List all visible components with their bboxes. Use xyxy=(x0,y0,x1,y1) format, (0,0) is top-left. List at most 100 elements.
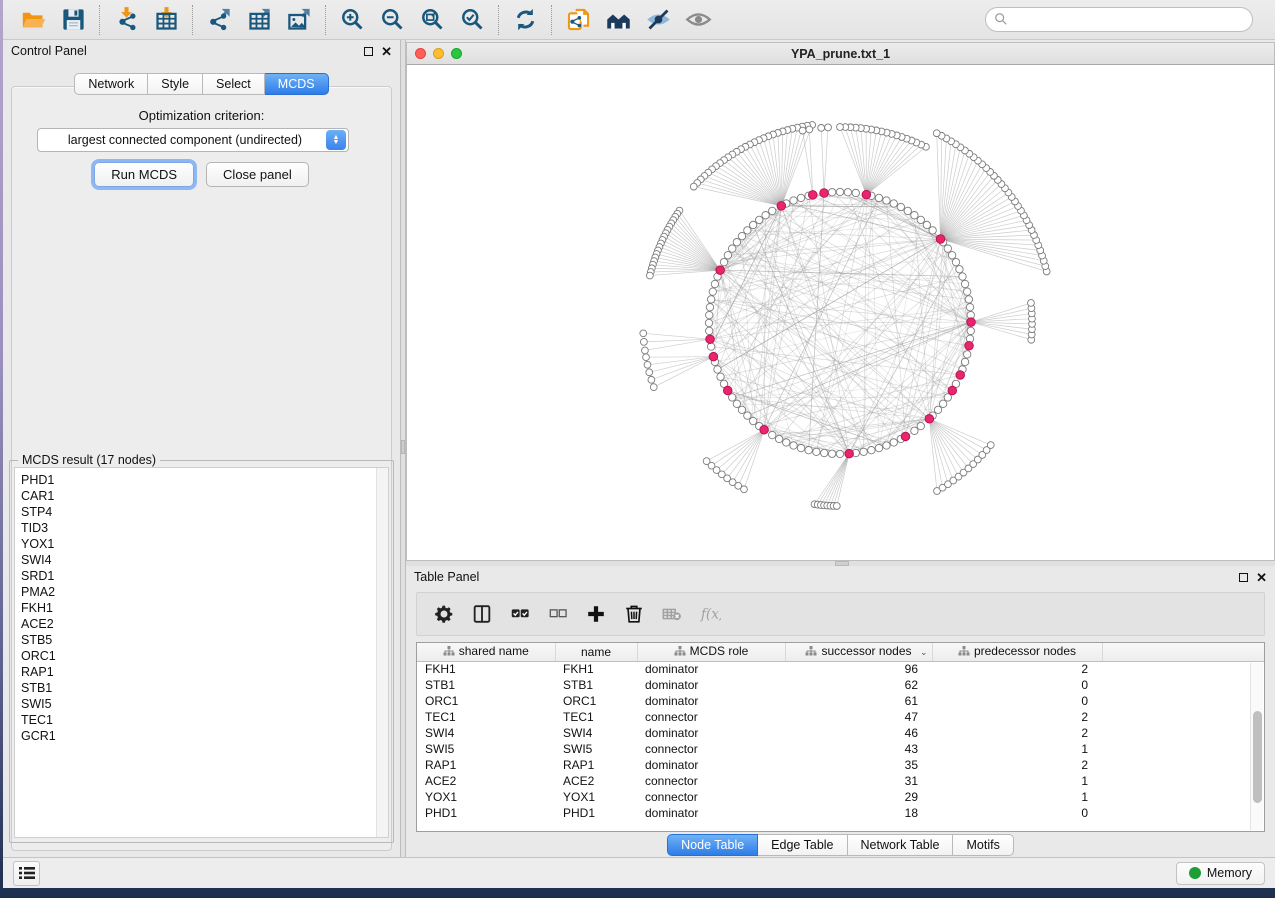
column-header-name[interactable]: name xyxy=(555,643,637,661)
network-node[interactable] xyxy=(1028,300,1035,307)
network-dominator-node[interactable] xyxy=(709,352,718,361)
table-row[interactable]: YOX1YOX1connector291 xyxy=(417,789,1264,805)
network-node[interactable] xyxy=(837,124,844,131)
network-node[interactable] xyxy=(917,422,924,429)
criterion-dropdown[interactable]: largest connected component (undirected)… xyxy=(37,128,349,152)
mcds-result-item[interactable]: GCR1 xyxy=(21,728,388,744)
network-node[interactable] xyxy=(744,227,751,234)
network-node[interactable] xyxy=(967,327,974,334)
hide-selected-icon[interactable] xyxy=(638,3,678,37)
unselect-all-columns-icon[interactable] xyxy=(541,597,575,631)
network-node[interactable] xyxy=(821,449,828,456)
network-node[interactable] xyxy=(825,124,832,131)
network-node[interactable] xyxy=(805,446,812,453)
table-row[interactable]: RAP1RAP1dominator352 xyxy=(417,757,1264,773)
mcds-result-item[interactable]: YOX1 xyxy=(21,536,388,552)
tab-select[interactable]: Select xyxy=(203,73,265,95)
network-node[interactable] xyxy=(720,258,727,265)
network-node[interactable] xyxy=(738,406,745,413)
table-scrollbar[interactable] xyxy=(1250,663,1263,830)
network-node[interactable] xyxy=(724,252,731,259)
network-node[interactable] xyxy=(650,384,657,391)
mcds-result-item[interactable]: STB1 xyxy=(21,680,388,696)
network-node[interactable] xyxy=(643,354,650,361)
network-node[interactable] xyxy=(952,258,959,265)
mcds-result-item[interactable]: SWI4 xyxy=(21,552,388,568)
network-node[interactable] xyxy=(965,296,972,303)
window-maximize-icon[interactable] xyxy=(451,48,462,59)
network-node[interactable] xyxy=(790,197,797,204)
network-node[interactable] xyxy=(756,216,763,223)
search-input[interactable] xyxy=(985,7,1253,32)
network-node[interactable] xyxy=(939,400,946,407)
add-column-icon[interactable] xyxy=(579,597,613,631)
network-node[interactable] xyxy=(762,211,769,218)
table-row[interactable]: ORC1ORC1dominator610 xyxy=(417,693,1264,709)
network-node[interactable] xyxy=(706,304,713,311)
table-settings-icon[interactable] xyxy=(427,597,461,631)
mcds-result-item[interactable]: TID3 xyxy=(21,520,388,536)
network-node[interactable] xyxy=(961,280,968,287)
network-node[interactable] xyxy=(646,272,653,279)
network-node[interactable] xyxy=(956,266,963,273)
network-node[interactable] xyxy=(728,245,735,252)
network-dominator-node[interactable] xyxy=(760,425,769,434)
network-node[interactable] xyxy=(775,435,782,442)
network-node[interactable] xyxy=(799,127,806,134)
network-node[interactable] xyxy=(741,486,748,493)
network-node[interactable] xyxy=(923,221,930,228)
network-node[interactable] xyxy=(806,126,813,133)
refresh-view-icon[interactable] xyxy=(505,3,545,37)
tab-node-table[interactable]: Node Table xyxy=(667,834,758,856)
tab-mcds[interactable]: MCDS xyxy=(265,73,329,95)
close-panel-icon[interactable]: ✕ xyxy=(1256,571,1267,584)
network-dominator-node[interactable] xyxy=(862,190,871,199)
memory-button[interactable]: Memory xyxy=(1176,862,1265,885)
table-row[interactable]: SWI4SWI4dominator462 xyxy=(417,725,1264,741)
network-dominator-node[interactable] xyxy=(723,386,732,395)
network-node[interactable] xyxy=(644,361,651,368)
delete-column-icon[interactable] xyxy=(617,597,651,631)
network-dominator-node[interactable] xyxy=(706,335,715,344)
network-node[interactable] xyxy=(749,221,756,228)
mcds-result-item[interactable]: STB5 xyxy=(21,632,388,648)
network-node[interactable] xyxy=(875,194,882,201)
network-dominator-node[interactable] xyxy=(956,371,965,380)
table-row[interactable]: ACE2ACE2connector311 xyxy=(417,773,1264,789)
import-network-icon[interactable] xyxy=(106,3,146,37)
export-table-icon[interactable] xyxy=(239,3,279,37)
table-row[interactable]: TEC1TEC1connector472 xyxy=(417,709,1264,725)
mcds-result-item[interactable]: SWI5 xyxy=(21,696,388,712)
mcds-result-item[interactable]: RAP1 xyxy=(21,664,388,680)
network-node[interactable] xyxy=(911,427,918,434)
network-node[interactable] xyxy=(860,448,867,455)
network-node[interactable] xyxy=(744,412,751,419)
network-dominator-node[interactable] xyxy=(936,235,945,244)
network-node[interactable] xyxy=(717,373,724,380)
mcds-list-scrollbar[interactable] xyxy=(376,468,388,837)
network-node[interactable] xyxy=(640,330,647,337)
network-node[interactable] xyxy=(711,280,718,287)
show-columns-icon[interactable] xyxy=(465,597,499,631)
show-panels-menu-button[interactable] xyxy=(13,861,40,886)
zoom-selected-icon[interactable] xyxy=(452,3,492,37)
network-dominator-node[interactable] xyxy=(901,432,910,441)
network-node[interactable] xyxy=(966,304,973,311)
network-node[interactable] xyxy=(911,211,918,218)
table-row[interactable]: PHD1PHD1dominator180 xyxy=(417,805,1264,821)
network-node[interactable] xyxy=(646,369,653,376)
network-dominator-node[interactable] xyxy=(967,318,976,327)
mcds-result-item[interactable]: PHD1 xyxy=(21,472,388,488)
network-dominator-node[interactable] xyxy=(845,449,854,458)
network-node[interactable] xyxy=(852,189,859,196)
network-node[interactable] xyxy=(917,216,924,223)
duplicate-network-icon[interactable] xyxy=(558,3,598,37)
network-dominator-node[interactable] xyxy=(820,189,829,198)
network-node[interactable] xyxy=(783,439,790,446)
network-node[interactable] xyxy=(648,376,655,383)
zoom-in-icon[interactable] xyxy=(332,3,372,37)
network-node[interactable] xyxy=(813,448,820,455)
network-node[interactable] xyxy=(836,450,843,457)
network-node[interactable] xyxy=(641,338,648,345)
network-node[interactable] xyxy=(934,406,941,413)
